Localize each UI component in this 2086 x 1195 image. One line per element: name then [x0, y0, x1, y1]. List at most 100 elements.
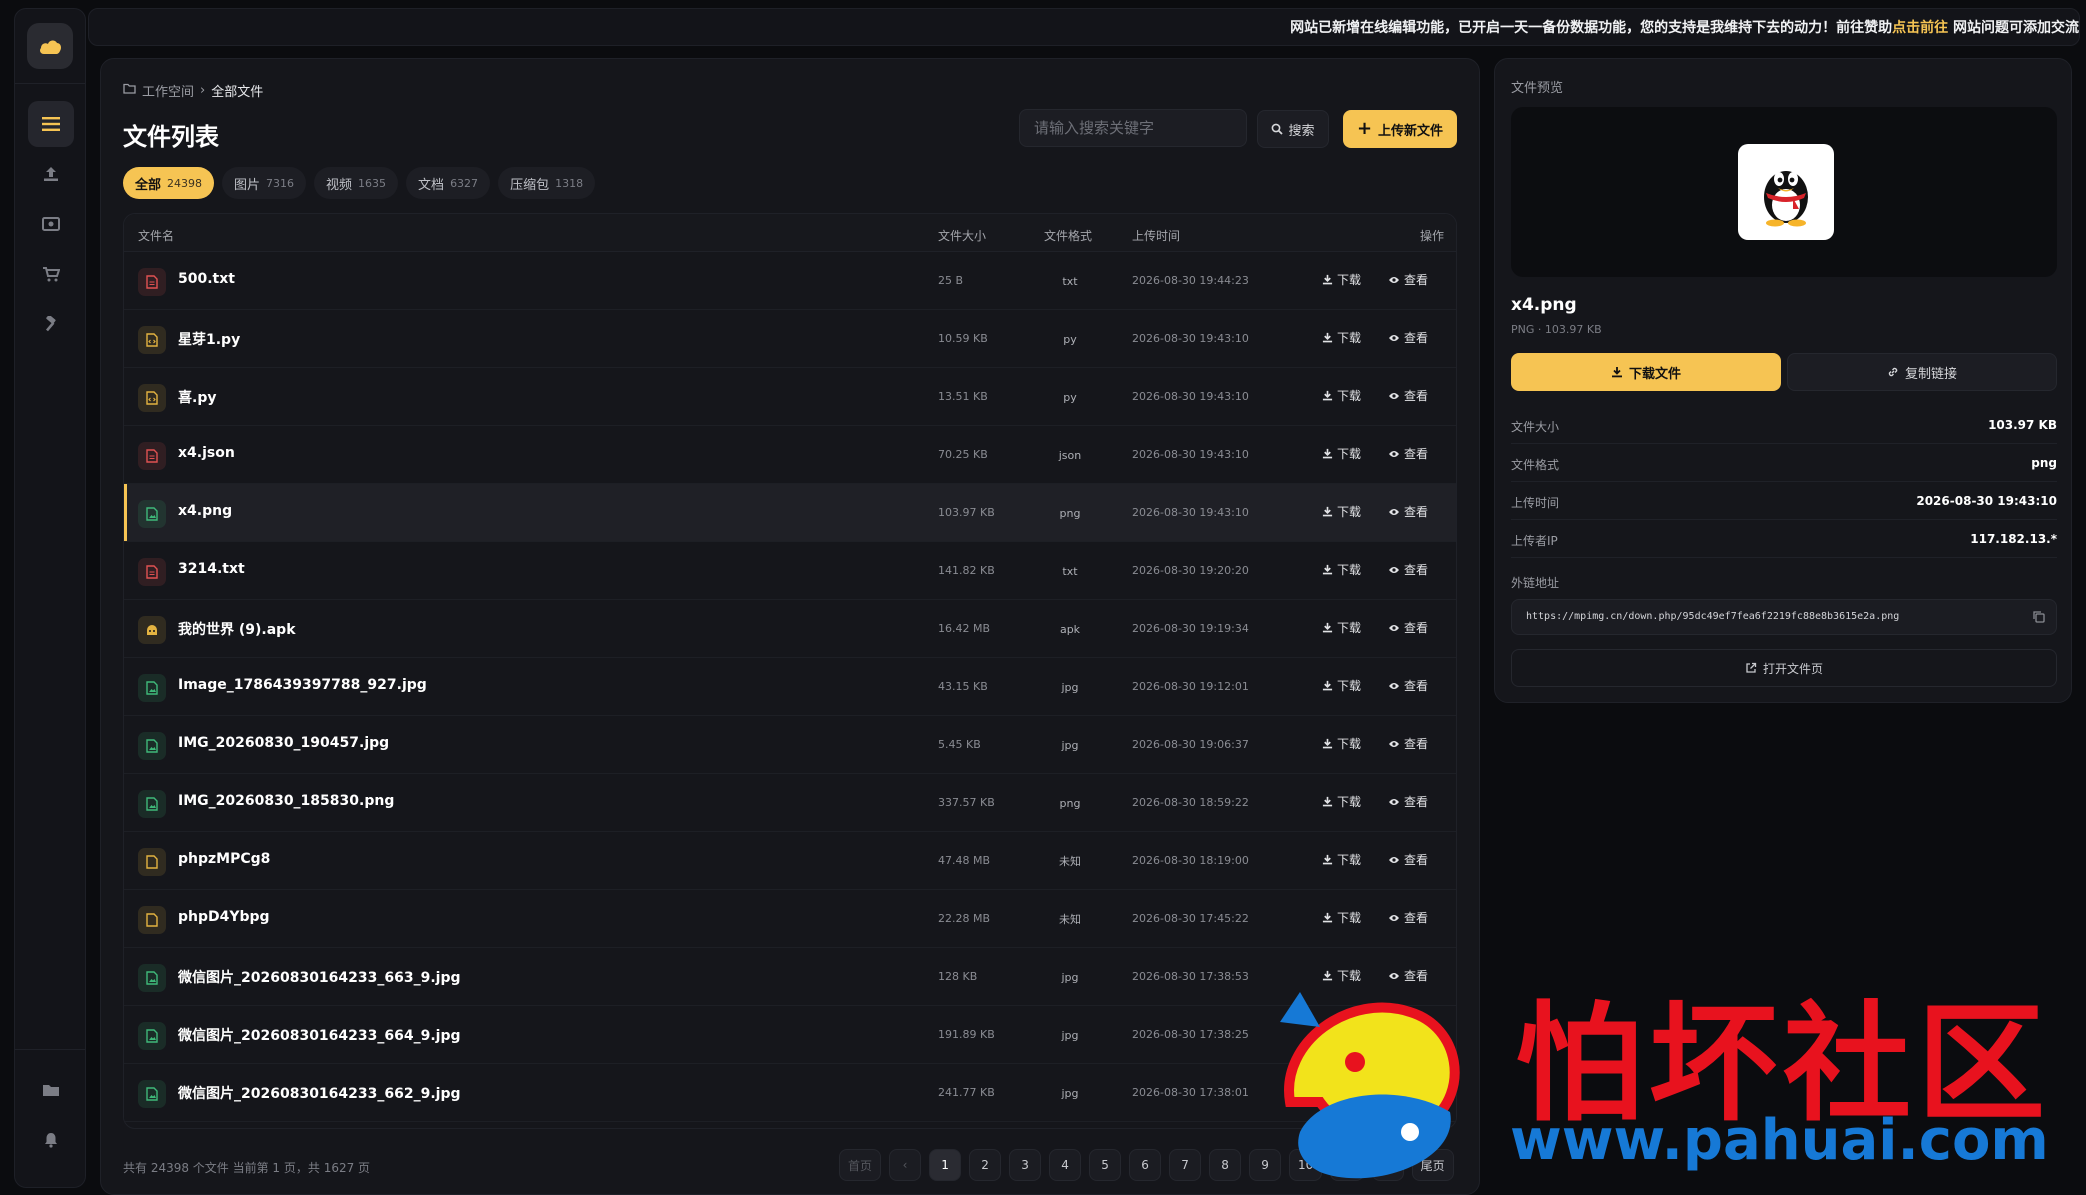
- page-number-button[interactable]: 3: [1009, 1149, 1042, 1181]
- file-name[interactable]: IMG_20260830_185830.png: [178, 793, 394, 809]
- download-action[interactable]: 下载: [1322, 445, 1361, 462]
- file-name[interactable]: 微信图片_20260830164233_662_9.jpg: [178, 1083, 461, 1103]
- table-row[interactable]: IMG_20260830_190457.jpg 5.45 KB jpg 2026-08…: [124, 716, 1456, 774]
- breadcrumb-root[interactable]: 工作空间: [142, 81, 194, 100]
- view-action[interactable]: 查看: [1388, 1025, 1428, 1042]
- view-action[interactable]: 查看: [1388, 619, 1428, 636]
- bell-icon[interactable]: [28, 1117, 74, 1163]
- view-action[interactable]: 查看: [1388, 503, 1428, 520]
- filter-chip[interactable]: 文档 6327: [406, 167, 491, 199]
- filter-chip[interactable]: 压缩包 1318: [498, 167, 596, 199]
- file-name[interactable]: 微信图片_20260830164233_664_9.jpg: [178, 1025, 461, 1045]
- download-file-button[interactable]: 下载文件: [1511, 353, 1781, 391]
- download-action[interactable]: 下载: [1322, 1025, 1361, 1042]
- table-row[interactable]: 我的世界 (9).apk 16.42 MB apk 2026-08-30 19:19:…: [124, 600, 1456, 658]
- first-page-button[interactable]: 首页: [839, 1149, 882, 1181]
- download-action[interactable]: 下载: [1322, 793, 1361, 810]
- view-action[interactable]: 查看: [1388, 561, 1428, 578]
- file-list-icon[interactable]: [28, 101, 74, 147]
- download-action[interactable]: 下载: [1322, 329, 1361, 346]
- table-row[interactable]: 喜.py 13.51 KB py 2026-08-30 19:43:10 下载 查看: [124, 368, 1456, 426]
- file-name[interactable]: 星芽1.py: [178, 329, 240, 349]
- cart-icon[interactable]: [28, 251, 74, 297]
- table-row[interactable]: 星芽1.py 10.59 KB py 2026-08-30 19:43:10 下载 查看: [124, 310, 1456, 368]
- download-action[interactable]: 下载: [1322, 677, 1361, 694]
- hammer-icon[interactable]: [28, 301, 74, 347]
- money-icon[interactable]: [28, 201, 74, 247]
- download-action[interactable]: 下载: [1322, 851, 1361, 868]
- download-action[interactable]: 下载: [1322, 387, 1361, 404]
- page-number-button[interactable]: 6: [1129, 1149, 1162, 1181]
- table-row[interactable]: Image_1786439397788_927.jpg 43.15 KB jpg 20…: [124, 658, 1456, 716]
- cloud-logo-icon[interactable]: [27, 23, 73, 69]
- table-row[interactable]: phpzMPCg8 47.48 MB 未知 2026-08-30 18:19:00 下载…: [124, 832, 1456, 890]
- filter-chip[interactable]: 视频 1635: [314, 167, 399, 199]
- col-time[interactable]: 上传时间: [1132, 227, 1180, 244]
- prev-page-button[interactable]: ‹: [889, 1149, 922, 1181]
- file-name[interactable]: x4.png: [178, 503, 232, 519]
- view-action[interactable]: 查看: [1388, 851, 1428, 868]
- upload-icon[interactable]: [28, 151, 74, 197]
- sponsor-link[interactable]: 点击前往: [1892, 20, 1948, 36]
- download-action[interactable]: 下载: [1322, 561, 1361, 578]
- file-name[interactable]: 我的世界 (9).apk: [178, 619, 296, 639]
- page-number-button[interactable]: 9: [1249, 1149, 1282, 1181]
- table-row[interactable]: 500.txt 25 B txt 2026-08-30 19:44:23 下载 查看: [124, 252, 1456, 310]
- table-row[interactable]: 微信图片_20260830164233_662_9.jpg 241.77 KB jp…: [124, 1064, 1456, 1122]
- table-row[interactable]: 3214.txt 141.82 KB txt 2026-08-30 19:20:20 下…: [124, 542, 1456, 600]
- page-number-button[interactable]: 4: [1049, 1149, 1082, 1181]
- table-row[interactable]: 微信图片_20260830164233_664_9.jpg 191.89 KB jp…: [124, 1006, 1456, 1064]
- page-number-button[interactable]: 8: [1209, 1149, 1242, 1181]
- view-action[interactable]: 查看: [1388, 445, 1428, 462]
- view-action[interactable]: 查看: [1388, 967, 1428, 984]
- page-number-button[interactable]: 11: [1330, 1149, 1364, 1181]
- file-name[interactable]: Image_1786439397788_927.jpg: [178, 677, 427, 693]
- filter-chip[interactable]: 图片 7316: [222, 167, 307, 199]
- view-action[interactable]: 查看: [1388, 271, 1428, 288]
- table-row[interactable]: x4.png 103.97 KB png 2026-08-30 19:43:10 下载 查…: [124, 484, 1456, 542]
- copy-link-button[interactable]: 复制链接: [1787, 353, 2057, 391]
- page-number-button[interactable]: 5: [1089, 1149, 1122, 1181]
- penguin-image[interactable]: [1738, 144, 1834, 240]
- download-action[interactable]: 下载: [1322, 619, 1361, 636]
- page-number-button[interactable]: 1: [929, 1149, 962, 1181]
- col-size[interactable]: 文件大小: [938, 227, 986, 244]
- table-row[interactable]: x4.json 70.25 KB json 2026-08-30 19:43:10 下载…: [124, 426, 1456, 484]
- table-row[interactable]: phpD4Ybpg 22.28 MB 未知 2026-08-30 17:45:22 下载…: [124, 890, 1456, 948]
- view-action[interactable]: 查看: [1388, 1083, 1428, 1100]
- file-name[interactable]: 喜.py: [178, 387, 216, 407]
- file-name[interactable]: phpzMPCg8: [178, 851, 270, 867]
- external-link-field[interactable]: https://mpimg.cn/down.php/95dc49ef7fea6f…: [1511, 599, 2057, 635]
- view-action[interactable]: 查看: [1388, 677, 1428, 694]
- file-name[interactable]: 微信图片_20260830164233_663_9.jpg: [178, 967, 461, 987]
- download-action[interactable]: 下载: [1322, 735, 1361, 752]
- search-input[interactable]: [1019, 109, 1247, 147]
- upload-button[interactable]: + 上传新文件: [1343, 110, 1457, 148]
- view-action[interactable]: 查看: [1388, 735, 1428, 752]
- page-number-button[interactable]: 10: [1289, 1149, 1323, 1181]
- col-format[interactable]: 文件格式: [1044, 227, 1092, 244]
- view-action[interactable]: 查看: [1388, 793, 1428, 810]
- download-action[interactable]: 下载: [1322, 271, 1361, 288]
- view-action[interactable]: 查看: [1388, 909, 1428, 926]
- folder-icon[interactable]: [28, 1067, 74, 1113]
- table-row[interactable]: IMG_20260830_185830.png 337.57 KB png 2026-…: [124, 774, 1456, 832]
- file-name[interactable]: 3214.txt: [178, 561, 245, 577]
- col-name[interactable]: 文件名: [138, 227, 174, 244]
- page-number-button[interactable]: 7: [1169, 1149, 1202, 1181]
- view-action[interactable]: 查看: [1388, 387, 1428, 404]
- next-page-button[interactable]: ›: [1371, 1149, 1404, 1181]
- filter-chip[interactable]: 全部 24398: [123, 167, 215, 199]
- last-page-button[interactable]: 尾页: [1411, 1149, 1454, 1181]
- view-action[interactable]: 查看: [1388, 329, 1428, 346]
- download-action[interactable]: 下载: [1322, 1083, 1361, 1100]
- file-name[interactable]: phpD4Ybpg: [178, 909, 270, 925]
- page-number-button[interactable]: 2: [969, 1149, 1002, 1181]
- open-file-page-button[interactable]: 打开文件页: [1511, 649, 2057, 687]
- download-action[interactable]: 下载: [1322, 967, 1361, 984]
- external-link-url[interactable]: https://mpimg.cn/down.php/95dc49ef7fea6f…: [1526, 611, 1899, 622]
- search-button[interactable]: 搜索: [1257, 110, 1329, 148]
- file-name[interactable]: x4.json: [178, 445, 235, 461]
- download-action[interactable]: 下载: [1322, 909, 1361, 926]
- download-action[interactable]: 下载: [1322, 503, 1361, 520]
